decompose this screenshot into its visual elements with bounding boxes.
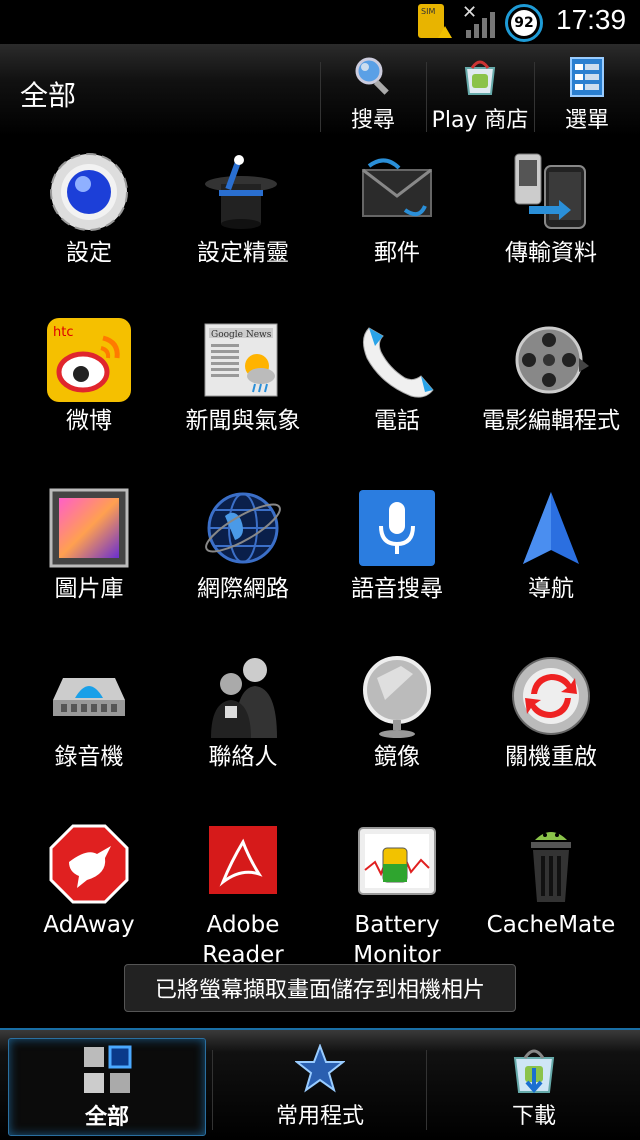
internet-icon	[201, 486, 285, 570]
transfer-data-icon	[509, 150, 593, 234]
app-phone[interactable]: 電話	[320, 318, 474, 478]
phone-icon	[355, 318, 439, 402]
divider	[320, 62, 321, 132]
app-drawer-header: 全部 搜尋 Play 商店 選單	[0, 44, 640, 136]
app-label: Adobe Reader	[202, 912, 284, 968]
navigation-icon	[509, 486, 593, 570]
app-adaway[interactable]: AdAway	[12, 822, 166, 982]
search-icon	[351, 54, 395, 98]
svg-text:htc: htc	[53, 325, 73, 340]
app-label: 電話	[374, 408, 420, 434]
app-label: 電影編輯程式	[482, 408, 620, 434]
search-label: 搜尋	[350, 108, 395, 133]
app-setup-wizard[interactable]: 設定精靈	[166, 150, 320, 310]
page-title: 全部	[20, 79, 77, 112]
search-button[interactable]: 搜尋	[330, 54, 416, 134]
play-store-label: Play 商店	[431, 108, 529, 133]
bottom-tab-bar: 全部 常用程式 下載	[0, 1028, 640, 1140]
news-weather-icon: Google News	[201, 318, 285, 402]
app-reboot[interactable]: 關機重啟	[474, 654, 628, 814]
tab-favorites[interactable]: 常用程式	[222, 1038, 418, 1134]
setup-wizard-icon	[201, 150, 285, 234]
downloads-icon	[509, 1044, 559, 1094]
play-store-icon	[458, 54, 502, 98]
app-contacts[interactable]: 聯絡人	[166, 654, 320, 814]
recorder-icon	[47, 654, 131, 738]
divider	[212, 1050, 213, 1130]
app-label: 傳輸資料	[505, 240, 597, 266]
app-weibo[interactable]: htc 微博	[12, 318, 166, 478]
app-label: 語音搜尋	[351, 576, 443, 602]
favorites-star-icon	[294, 1043, 346, 1094]
app-recorder[interactable]: 錄音機	[12, 654, 166, 814]
menu-icon	[565, 54, 609, 98]
mail-icon	[355, 150, 439, 234]
app-transfer-data[interactable]: 傳輸資料	[474, 150, 628, 310]
tab-label: 下載	[511, 1104, 556, 1129]
app-mail[interactable]: 郵件	[320, 150, 474, 310]
app-label: 新聞與氣象	[185, 408, 301, 434]
svg-text:Google News: Google News	[211, 330, 272, 340]
app-voice-search[interactable]: 語音搜尋	[320, 486, 474, 646]
movie-editor-icon	[509, 318, 593, 402]
divider	[426, 1050, 427, 1130]
voice-search-icon	[355, 486, 439, 570]
menu-button[interactable]: 選單	[544, 54, 630, 134]
screenshot-saved-toast: 已將螢幕擷取畫面儲存到相機相片	[124, 964, 516, 1012]
divider	[534, 62, 535, 132]
app-label: 鏡像	[374, 744, 420, 770]
adaway-icon	[47, 822, 131, 906]
app-label: AdAway	[43, 912, 135, 938]
mirror-icon	[355, 654, 439, 738]
app-label: 微博	[66, 408, 112, 434]
app-label: 錄音機	[54, 744, 124, 770]
all-apps-icon	[82, 1045, 132, 1095]
tab-label: 全部	[84, 1105, 129, 1130]
app-gallery[interactable]: 圖片庫	[12, 486, 166, 646]
app-label: 設定	[66, 240, 112, 266]
divider	[426, 62, 427, 132]
warning-icon	[438, 26, 452, 38]
app-label: 聯絡人	[208, 744, 278, 770]
settings-icon	[47, 150, 131, 234]
contacts-icon	[201, 654, 285, 738]
weibo-icon: htc	[47, 318, 131, 402]
status-bar: SIM ✕ 92 17:39	[0, 0, 640, 44]
gallery-icon	[47, 486, 131, 570]
battery-icon: 92	[505, 4, 543, 42]
app-label: Battery Monitor	[353, 912, 441, 968]
app-label: 導航	[528, 576, 574, 602]
battery-monitor-icon	[355, 822, 439, 906]
tab-downloads[interactable]: 下載	[436, 1038, 632, 1134]
tab-label: 常用程式	[275, 1104, 364, 1129]
battery-level: 92	[511, 10, 537, 36]
app-label: 設定精靈	[197, 240, 289, 266]
app-settings[interactable]: 設定	[12, 150, 166, 310]
app-movie-editor[interactable]: 電影編輯程式	[474, 318, 628, 478]
reboot-icon	[509, 654, 593, 738]
app-battery-monitor[interactable]: Battery Monitor	[320, 822, 474, 982]
clock: 17:39	[556, 4, 627, 35]
app-adobe-reader[interactable]: Adobe Reader	[166, 822, 320, 982]
cachemate-icon	[509, 822, 593, 906]
app-label: 圖片庫	[54, 576, 124, 602]
app-label: 郵件	[374, 240, 420, 266]
app-label: 關機重啟	[505, 744, 597, 770]
app-news-weather[interactable]: Google News 新聞與氣象	[166, 318, 320, 478]
play-store-button[interactable]: Play 商店	[428, 54, 532, 134]
app-cachemate[interactable]: CacheMate	[474, 822, 628, 982]
app-mirror[interactable]: 鏡像	[320, 654, 474, 814]
signal-icon: ✕	[462, 2, 500, 38]
app-label: 網際網路	[197, 576, 289, 602]
sim-label: SIM	[421, 7, 436, 16]
app-internet[interactable]: 網際網路	[166, 486, 320, 646]
app-navigation[interactable]: 導航	[474, 486, 628, 646]
menu-label: 選單	[564, 108, 609, 133]
app-label: CacheMate	[486, 912, 616, 938]
tab-all-apps[interactable]: 全部	[8, 1038, 206, 1136]
adobe-reader-icon	[201, 822, 285, 906]
